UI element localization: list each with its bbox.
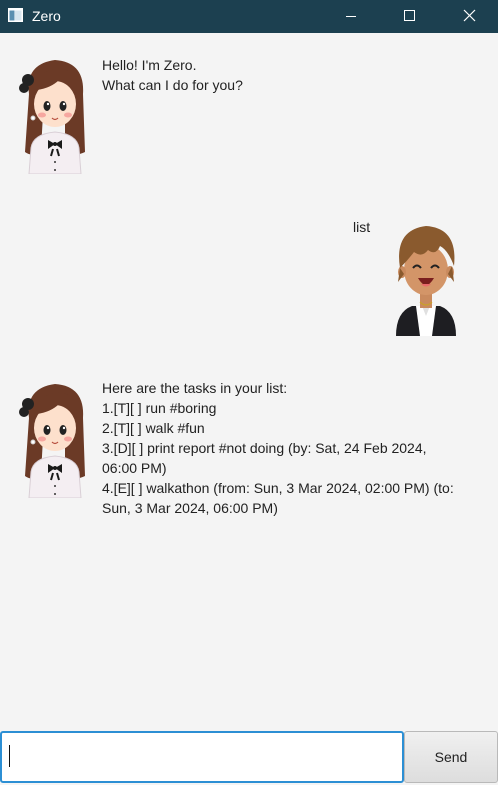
app-window: Zero Hello! I'm Zero. What can I do for … — [0, 0, 498, 785]
maximize-button[interactable] — [386, 0, 432, 33]
close-button[interactable] — [446, 0, 492, 33]
girl-avatar — [19, 384, 85, 498]
girl-avatar — [19, 60, 85, 174]
maximize-icon — [404, 10, 415, 21]
message-input[interactable] — [0, 731, 404, 783]
message-line: 06:00 PM) — [102, 460, 167, 476]
bot-message-greeting: Hello! I'm Zero. What can I do for you? — [102, 55, 402, 95]
input-bar: Send — [0, 729, 498, 785]
send-button[interactable]: Send — [404, 731, 498, 783]
title-bar[interactable]: Zero — [0, 0, 498, 33]
minimize-icon — [346, 16, 356, 17]
message-line: list — [353, 219, 371, 235]
close-icon — [463, 9, 476, 22]
message-line: 1.[T][ ] run #boring — [102, 400, 217, 416]
message-line: What can I do for you? — [102, 77, 243, 93]
message-line: Here are the tasks in your list: — [102, 380, 288, 396]
user-message-list: list — [353, 217, 383, 237]
bot-message-task-list: Here are the tasks in your list: 1.[T][ … — [102, 378, 482, 518]
app-window-icon — [8, 8, 23, 22]
message-line: Sun, 3 Mar 2024, 06:00 PM) — [102, 500, 278, 516]
minimize-button[interactable] — [328, 0, 374, 33]
message-line: 3.[D][ ] print report #not doing (by: Sa… — [102, 440, 427, 456]
message-line: Hello! I'm Zero. — [102, 57, 197, 73]
message-line: 2.[T][ ] walk #fun — [102, 420, 205, 436]
message-line: 4.[E][ ] walkathon (from: Sun, 3 Mar 202… — [102, 480, 454, 496]
window-title: Zero — [32, 8, 61, 24]
text-caret — [9, 745, 10, 767]
dialog-container[interactable]: Hello! I'm Zero. What can I do for you? … — [0, 33, 498, 729]
boy-avatar — [396, 226, 456, 336]
